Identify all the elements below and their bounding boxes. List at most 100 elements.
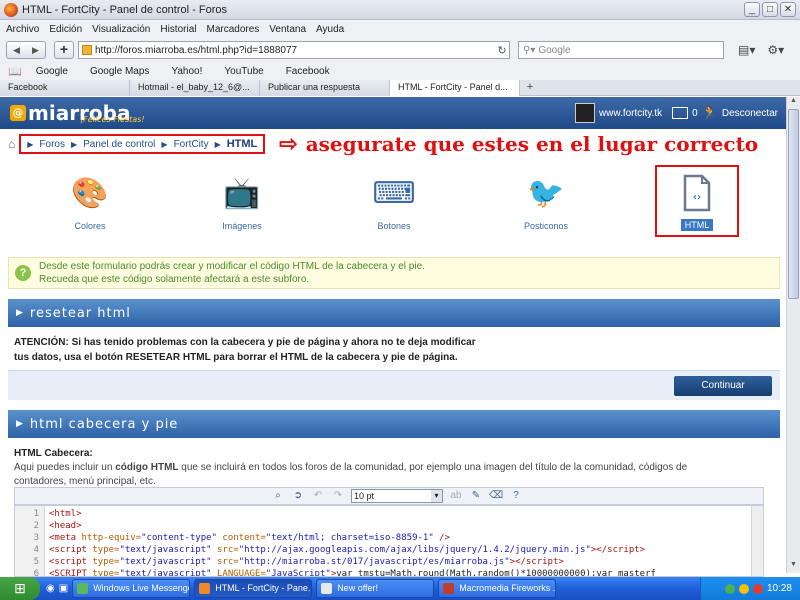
task-firefox[interactable]: HTML - FortCity - Pane...	[194, 579, 313, 598]
code-line[interactable]: 5 <script type="text/javascript" src="htt…	[15, 556, 763, 568]
tool-colores[interactable]: 🎨 Colores	[45, 165, 135, 232]
search-input[interactable]: ⚲▾ Google	[518, 41, 724, 59]
chevron-right-icon: ▶	[16, 419, 24, 429]
binoculars-icon[interactable]: ⌕	[271, 489, 285, 503]
code-line[interactable]: 1 <html>	[15, 508, 763, 520]
back-forward-buttons: ◀ ▶	[6, 41, 46, 59]
network-icon[interactable]	[724, 583, 735, 594]
security-icon[interactable]	[738, 583, 749, 594]
line-number: 4	[33, 545, 39, 555]
mail-count: 0	[692, 107, 698, 119]
reload-icon[interactable]: ↻	[495, 44, 509, 57]
address-bar[interactable]: http://foros.miarroba.es/html.php?id=188…	[78, 41, 510, 59]
code-line[interactable]: 2 <head>	[15, 520, 763, 532]
tab-bar: Facebook Hotmail - el_baby_12_6@... Publ…	[0, 80, 800, 96]
scrollbar-thumb[interactable]	[788, 109, 799, 299]
logout-icon[interactable]: 🏃	[702, 105, 718, 121]
continuar-button[interactable]: Continuar	[674, 376, 772, 396]
tab-hotmail[interactable]: Hotmail - el_baby_12_6@...	[130, 80, 260, 96]
code-text[interactable]: <SCRIPT type="text/javascript" LANGUAGE=…	[43, 569, 656, 576]
messenger-icon	[77, 583, 89, 594]
code-text[interactable]: <script type="text/javascript" src="http…	[43, 545, 645, 555]
bookmark-google-maps[interactable]: Google Maps	[90, 66, 149, 77]
close-button[interactable]: ✕	[780, 2, 796, 17]
code-line[interactable]: 3 <meta http-equiv="content-type" content…	[15, 532, 763, 544]
tool-posticonos[interactable]: 🐦 Posticonos	[501, 165, 591, 232]
media-quick-icon[interactable]: ▣	[59, 583, 68, 594]
breadcrumb-row: ⌂ ▶ Foros ▶ Panel de control ▶ FortCity …	[0, 130, 786, 158]
scroll-down-icon[interactable]: ▼	[787, 561, 800, 573]
tool-botones[interactable]: ⌨ Botones	[349, 165, 439, 232]
bookmark-google[interactable]: Google	[36, 66, 68, 77]
menu-item-ventana[interactable]: Ventana	[269, 24, 306, 35]
new-tab-button[interactable]: +	[54, 41, 74, 59]
menu-item-archivo[interactable]: Archivo	[6, 24, 39, 35]
tab-facebook[interactable]: Facebook	[0, 80, 130, 96]
bookmark-facebook[interactable]: Facebook	[286, 66, 330, 77]
code-line[interactable]: 4 <script type="text/javascript" src="htt…	[15, 544, 763, 556]
code-text[interactable]: <html>	[43, 509, 82, 519]
cabecera-desc-a: Aqui puedes incluir un	[14, 462, 116, 473]
code-text[interactable]: <head>	[43, 521, 82, 531]
tool-html[interactable]: ‹› HTML	[655, 165, 739, 237]
miarroba-logo[interactable]: @ miarroba ¡Felices Fiestas!	[10, 101, 145, 125]
code-text[interactable]: <script type="text/javascript" src="http…	[43, 557, 564, 567]
scroll-up-icon[interactable]: ▲	[787, 97, 800, 109]
minimize-button[interactable]: _	[744, 2, 760, 17]
breadcrumb-panel-control[interactable]: Panel de control	[83, 139, 155, 150]
antivirus-icon[interactable]	[752, 583, 763, 594]
mail-icon[interactable]	[672, 107, 689, 119]
task-label: Macromedia Fireworks ...	[459, 583, 557, 593]
site-link[interactable]: www.fortcity.tk	[599, 108, 662, 119]
breadcrumb-fortcity[interactable]: FortCity	[174, 139, 209, 150]
code-editor[interactable]: 1 <html> 2 <head> 3 <meta http-equiv="content…	[14, 505, 764, 577]
menu-item-marcadores[interactable]: Marcadores	[206, 24, 259, 35]
bookmark-youtube[interactable]: YouTube	[224, 66, 263, 77]
add-tab-icon[interactable]: +	[520, 80, 540, 95]
redo-icon[interactable]: ↷	[331, 489, 345, 503]
page-scrollbar[interactable]: ▲ ▼	[786, 97, 800, 573]
eraser-icon[interactable]: ⌫	[489, 489, 503, 503]
code-text[interactable]: <meta http-equiv="content-type" content=…	[43, 533, 450, 543]
logout-link[interactable]: Desconectar	[722, 108, 778, 119]
editor-scrollbar[interactable]	[751, 506, 763, 576]
gear-icon[interactable]: ⚙▾	[767, 43, 784, 57]
font-size-select[interactable]: 10 pt	[351, 489, 443, 503]
firefox-quick-icon[interactable]: ◉	[46, 583, 55, 594]
menu-item-edicion[interactable]: Edición	[49, 24, 82, 35]
continue-bar: Continuar	[8, 370, 780, 400]
code-line[interactable]: 6 <SCRIPT type="text/javascript" LANGUAGE…	[15, 568, 763, 576]
tab-html-fortcity[interactable]: HTML - FortCity - Panel d...	[390, 80, 520, 96]
window-title: HTML - FortCity - Panel de control - For…	[22, 3, 227, 16]
start-button[interactable]: ⊞	[0, 577, 40, 600]
undo-icon[interactable]: ↶	[311, 489, 325, 503]
tab-publicar-respuesta[interactable]: Publicar una respuesta	[260, 80, 390, 96]
firefox-icon	[4, 2, 18, 17]
tool-imagenes[interactable]: 📺 Imágenes	[197, 165, 287, 232]
search-icon: ⚲▾	[523, 44, 536, 56]
task-fireworks[interactable]: Macromedia Fireworks ...	[438, 579, 557, 598]
syntax-icon[interactable]: ab	[449, 489, 463, 503]
back-icon[interactable]: ◀	[7, 42, 26, 58]
editor-toolbar: ⌕ ➲ ↶ ↷ 10 pt ab ✎ ⌫ ?	[14, 487, 764, 505]
help-icon[interactable]: ?	[509, 489, 523, 503]
breadcrumb-foros[interactable]: Foros	[39, 139, 65, 150]
highlight-icon[interactable]: ✎	[469, 489, 483, 503]
maximize-button[interactable]: □	[762, 2, 778, 17]
goto-line-icon[interactable]: ➲	[291, 489, 305, 503]
page-menu-icon[interactable]: ▤▾	[738, 43, 755, 57]
menu-item-visualizacion[interactable]: Visualización	[92, 24, 150, 35]
info-line-2: Recueda que este código solamente afecta…	[39, 274, 310, 285]
forward-icon[interactable]: ▶	[26, 42, 45, 58]
menu-item-historial[interactable]: Historial	[160, 24, 196, 35]
menu-bar: Archivo Edición Visualización Historial …	[0, 20, 800, 38]
task-messenger[interactable]: Windows Live Messenger	[72, 579, 191, 598]
menu-item-ayuda[interactable]: Ayuda	[316, 24, 344, 35]
logo-tagline: ¡Felices Fiestas!	[80, 115, 145, 124]
avatar[interactable]	[574, 103, 595, 123]
bookmark-yahoo[interactable]: Yahoo!	[171, 66, 202, 77]
cabecera-label: HTML Cabecera	[14, 448, 90, 459]
home-icon[interactable]: ⌂	[8, 137, 15, 151]
task-new-offer[interactable]: New offer!	[316, 579, 435, 598]
bookmarks-book-icon[interactable]: 📖	[8, 65, 22, 78]
